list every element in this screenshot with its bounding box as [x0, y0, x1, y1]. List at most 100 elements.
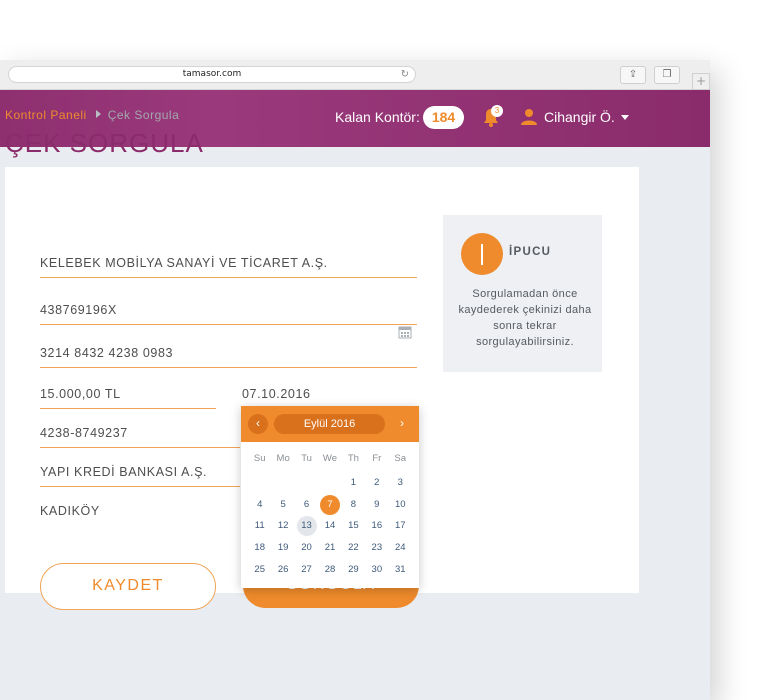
day-number: 12: [277, 520, 289, 532]
day-cell[interactable]: 28: [318, 559, 341, 581]
day-cell[interactable]: 30: [365, 559, 388, 581]
day-cell[interactable]: 20: [295, 537, 318, 559]
day-cell[interactable]: 21: [318, 537, 341, 559]
breadcrumb-home-link[interactable]: Kontrol Paneli: [5, 108, 87, 122]
day-cell[interactable]: 13: [295, 515, 318, 537]
day-cell[interactable]: 12: [271, 515, 294, 537]
save-button[interactable]: KAYDET: [40, 563, 216, 610]
day-number: 9: [374, 498, 380, 510]
day-number: 19: [277, 542, 289, 554]
datepicker: ‹ Eylül 2016 › Su Mo Tu We Th Fr Sa 1234567891…: [241, 406, 419, 588]
browser-toolbar: tamasor.com ↻ ⇪ ❐: [0, 60, 710, 90]
day-cell[interactable]: 14: [318, 515, 341, 537]
empty-day-cell: [271, 472, 294, 494]
datepicker-header: ‹ Eylül 2016 ›: [241, 406, 419, 442]
tabs-icon[interactable]: ❐: [654, 66, 680, 84]
notification-count-badge: 3: [491, 105, 503, 117]
day-number: 2: [374, 476, 380, 488]
day-number: 17: [394, 520, 406, 532]
day-cell[interactable]: 22: [342, 537, 365, 559]
day-cell[interactable]: 6: [295, 494, 318, 516]
address-bar[interactable]: tamasor.com ↻: [8, 66, 416, 83]
day-cell[interactable]: 29: [342, 559, 365, 581]
day-cell[interactable]: 18: [248, 537, 271, 559]
user-icon[interactable]: [520, 108, 538, 126]
day-number: 28: [324, 563, 336, 575]
next-month-button[interactable]: ›: [392, 414, 412, 434]
day-cell[interactable]: 7: [318, 494, 341, 516]
prev-month-button[interactable]: ‹: [248, 414, 268, 434]
new-tab-button[interactable]: +: [692, 73, 710, 90]
day-cell[interactable]: 25: [248, 559, 271, 581]
day-number: 10: [394, 498, 406, 510]
day-cell[interactable]: 24: [389, 537, 412, 559]
tip-box: İPUCU Sorgulamadan önce kaydederek çekin…: [443, 215, 602, 372]
day-number: 23: [371, 542, 383, 554]
empty-day-cell: [295, 472, 318, 494]
day-number: 3: [397, 476, 403, 488]
share-icon[interactable]: ⇪: [620, 66, 646, 84]
day-cell[interactable]: 17: [389, 515, 412, 537]
day-cell[interactable]: 31: [389, 559, 412, 581]
reload-icon[interactable]: ↻: [401, 67, 409, 82]
month-label[interactable]: Eylül 2016: [274, 414, 385, 434]
cheque-number-field[interactable]: 3214 8432 4238 0983: [40, 346, 417, 368]
credits-badge: 184: [423, 106, 464, 129]
day-number: 22: [348, 542, 359, 554]
day-cell[interactable]: 4: [248, 494, 271, 516]
week-row: 25 26 27 28 29 30 31: [248, 559, 412, 581]
account-number-field[interactable]: 4238-8749237: [40, 426, 240, 448]
day-cell[interactable]: 15: [342, 515, 365, 537]
day-number: 26: [277, 563, 289, 575]
day-number: 15: [348, 520, 359, 532]
day-cell[interactable]: 9: [365, 494, 388, 516]
tax-number-field[interactable]: 438769196X: [40, 303, 417, 325]
week-row: 1 2 3: [248, 472, 412, 494]
day-number: 16: [371, 520, 383, 532]
day-cell[interactable]: 5: [271, 494, 294, 516]
week-row: 11 12 13 14 15 16 17: [248, 515, 412, 537]
day-cell[interactable]: 1: [342, 472, 365, 494]
day-number: 21: [324, 542, 336, 554]
tip-title: İPUCU: [509, 246, 552, 258]
credits-label: Kalan Kontör:: [335, 109, 420, 125]
amount-field[interactable]: 15.000,00 TL: [40, 387, 216, 409]
day-cell[interactable]: 23: [365, 537, 388, 559]
day-number: 11: [254, 520, 265, 532]
day-cell[interactable]: 2: [365, 472, 388, 494]
day-number: 1: [350, 476, 357, 488]
day-number: 20: [301, 542, 312, 554]
day-cell[interactable]: 26: [271, 559, 294, 581]
info-icon: [461, 233, 503, 275]
chevron-down-icon[interactable]: [621, 115, 629, 120]
empty-day-cell: [248, 472, 271, 494]
empty-day-cell: [318, 472, 341, 494]
tip-text: Sorgulamadan önce kaydederek çekinizi da…: [458, 288, 592, 348]
branch-field[interactable]: KADIKÖY: [40, 504, 240, 525]
day-number: 6: [303, 498, 310, 510]
week-row: 18 19 20 21 22 23 24: [248, 537, 412, 559]
day-cell[interactable]: 3: [389, 472, 412, 494]
company-field[interactable]: KELEBEK MOBİLYA SANAYİ VE TİCARET A.Ş.: [40, 256, 417, 278]
day-cell[interactable]: 19: [271, 537, 294, 559]
bank-field[interactable]: YAPI KREDİ BANKASI A.Ş.: [40, 465, 240, 487]
day-number: 27: [301, 563, 312, 575]
calendar-icon[interactable]: [398, 325, 412, 339]
breadcrumb-separator-icon: [95, 110, 101, 118]
breadcrumb-current: Çek Sorgula: [107, 108, 180, 122]
datepicker-grid: Su Mo Tu We Th Fr Sa 1 2 3 4 5 6 7 8 9 10 11 12 13 14 15 16 17…: [248, 450, 412, 581]
day-cell[interactable]: 8: [342, 494, 365, 516]
day-number: 14: [324, 520, 336, 532]
day-cell[interactable]: 11: [248, 515, 271, 537]
user-menu[interactable]: Cihangir Ö.: [544, 109, 615, 125]
day-cell[interactable]: 16: [365, 515, 388, 537]
day-cell[interactable]: 27: [295, 559, 318, 581]
day-number: 13: [296, 516, 317, 537]
day-number: 8: [350, 498, 357, 510]
day-number: 25: [254, 563, 265, 575]
day-cell[interactable]: 10: [389, 494, 412, 516]
week-row: 4 5 6 7 8 9 10: [248, 494, 412, 516]
day-number: 31: [394, 563, 406, 575]
page-title: ÇEK SORGULA: [5, 128, 204, 158]
day-number: 7: [319, 494, 340, 515]
